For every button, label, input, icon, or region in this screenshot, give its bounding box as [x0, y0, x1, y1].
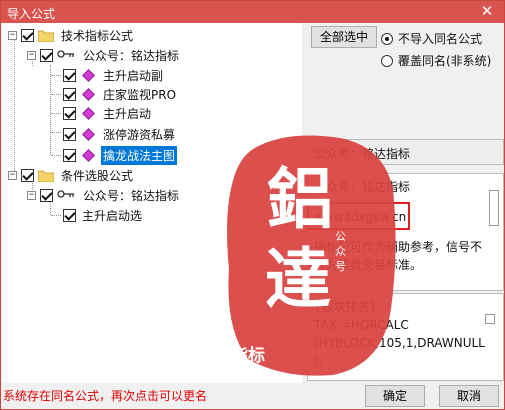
checkbox[interactable] — [63, 107, 76, 120]
url-highlight — [307, 202, 410, 230]
collapse-toggle[interactable]: − — [27, 191, 36, 200]
radio-button[interactable] — [381, 54, 393, 67]
radio-overwrite[interactable]: 覆盖同名(非系统) — [381, 52, 491, 69]
tree-label: 涨停游资私募 — [103, 128, 176, 142]
window-title: 导入公式 — [7, 7, 56, 21]
diamond-icon — [82, 107, 95, 120]
code-line: TAX:=HORCALC — [314, 318, 409, 332]
key-icon — [57, 49, 75, 62]
ok-button[interactable]: 确定 — [365, 385, 425, 407]
formula-description[interactable]: 公众号：铭达指标 www.tdxgsw.cn 指标只可作为辅助参考，信号不 作为… — [307, 173, 504, 291]
tree-label: 公众号：铭达指标 — [83, 189, 180, 203]
tree-label: 公众号：铭达指标 — [83, 49, 180, 63]
tree-label: 主升启动 — [103, 107, 152, 121]
tree-item-selected[interactable]: 擒龙战法主图 — [63, 146, 178, 165]
select-all-button[interactable]: 全部选中 — [311, 26, 377, 48]
desc-line: 公众号：铭达指标 — [314, 180, 411, 194]
radio-button[interactable] — [381, 32, 393, 45]
code-line: (HYBLOCK,105,1,DRAWNULL — [314, 336, 485, 350]
checkbox[interactable] — [21, 29, 34, 42]
checkbox[interactable] — [63, 88, 76, 101]
checkbox[interactable] — [21, 169, 34, 182]
desc-line: 作为实盘交易标准。 — [314, 258, 423, 272]
status-message: 系统存在同名公式，再次点击可以更名 — [3, 389, 208, 403]
tree-publisher-2[interactable]: − 公众号：铭达指标 — [27, 186, 181, 205]
cancel-button[interactable]: 取消 — [439, 385, 499, 407]
tree-label: 庄家监视PRO — [103, 88, 177, 102]
folder-icon — [37, 30, 55, 42]
desc-line: 指标只可作为辅助参考，信号不 — [314, 240, 483, 254]
diamond-icon — [82, 88, 95, 101]
scrollbar-thumb[interactable] — [489, 190, 499, 226]
tree-label: 主升启动选 — [82, 209, 143, 223]
tree-publisher-1[interactable]: − 公众号：铭达指标 — [27, 46, 181, 65]
formula-info: 公众号：铭达指标 — [307, 139, 504, 165]
diamond-icon — [82, 149, 95, 162]
folder-icon — [37, 170, 55, 182]
scrollbar-thumb[interactable] — [485, 314, 495, 324]
formula-tree: − 技术指标公式 − 公众号：铭达指标 主升启动副 庄家监视PRO 主升启动 涨… — [2, 23, 302, 383]
radio-label: 覆盖同名(非系统) — [398, 54, 492, 68]
tree-label: 擒龙战法主图 — [101, 146, 178, 165]
checkbox[interactable] — [40, 49, 53, 62]
tree-group-technical[interactable]: − 技术指标公式 — [8, 26, 135, 45]
tree-label: 技术指标公式 — [61, 29, 134, 43]
radio-skip-duplicates[interactable]: 不导入同名公式 — [381, 30, 482, 47]
checkbox[interactable] — [63, 149, 76, 162]
import-options: 全部选中 不导入同名公式 覆盖同名(非系统) — [307, 23, 504, 131]
checkbox[interactable] — [63, 69, 76, 82]
tree-item[interactable]: 庄家监视PRO — [63, 85, 178, 104]
tree-label: 条件选股公式 — [61, 169, 134, 183]
tree-item[interactable]: 主升启动副 — [63, 66, 165, 85]
checkbox[interactable] — [63, 128, 76, 141]
tree-item[interactable]: 主升启动 — [63, 104, 153, 123]
formula-code[interactable]: {板块排名} TAX:=HORCALC (HYBLOCK,105,1,DRAWN… — [307, 293, 504, 381]
checkbox[interactable] — [63, 209, 76, 222]
tree-item[interactable]: 主升启动选 — [63, 206, 144, 225]
tree-label: 主升启动副 — [103, 69, 164, 83]
radio-label: 不导入同名公式 — [398, 32, 483, 46]
checkbox[interactable] — [40, 189, 53, 202]
collapse-toggle[interactable]: − — [8, 171, 17, 180]
collapse-toggle[interactable]: − — [27, 51, 36, 60]
title-bar: 导入公式 ✕ — [1, 1, 504, 23]
import-formula-dialog: 导入公式 ✕ − 技术指标公式 − 公众号：铭达指标 主升启动副 庄家监视PRO… — [0, 0, 505, 410]
code-line: ); — [314, 354, 323, 368]
tree-item[interactable]: 涨停游资私募 — [63, 125, 177, 144]
close-icon[interactable]: ✕ — [478, 2, 496, 20]
collapse-toggle[interactable]: − — [8, 31, 17, 40]
code-line: {板块排名} — [314, 300, 378, 314]
diamond-icon — [82, 128, 95, 141]
tree-group-screening[interactable]: − 条件选股公式 — [8, 166, 135, 185]
diamond-icon — [82, 69, 95, 82]
key-icon — [57, 189, 75, 202]
